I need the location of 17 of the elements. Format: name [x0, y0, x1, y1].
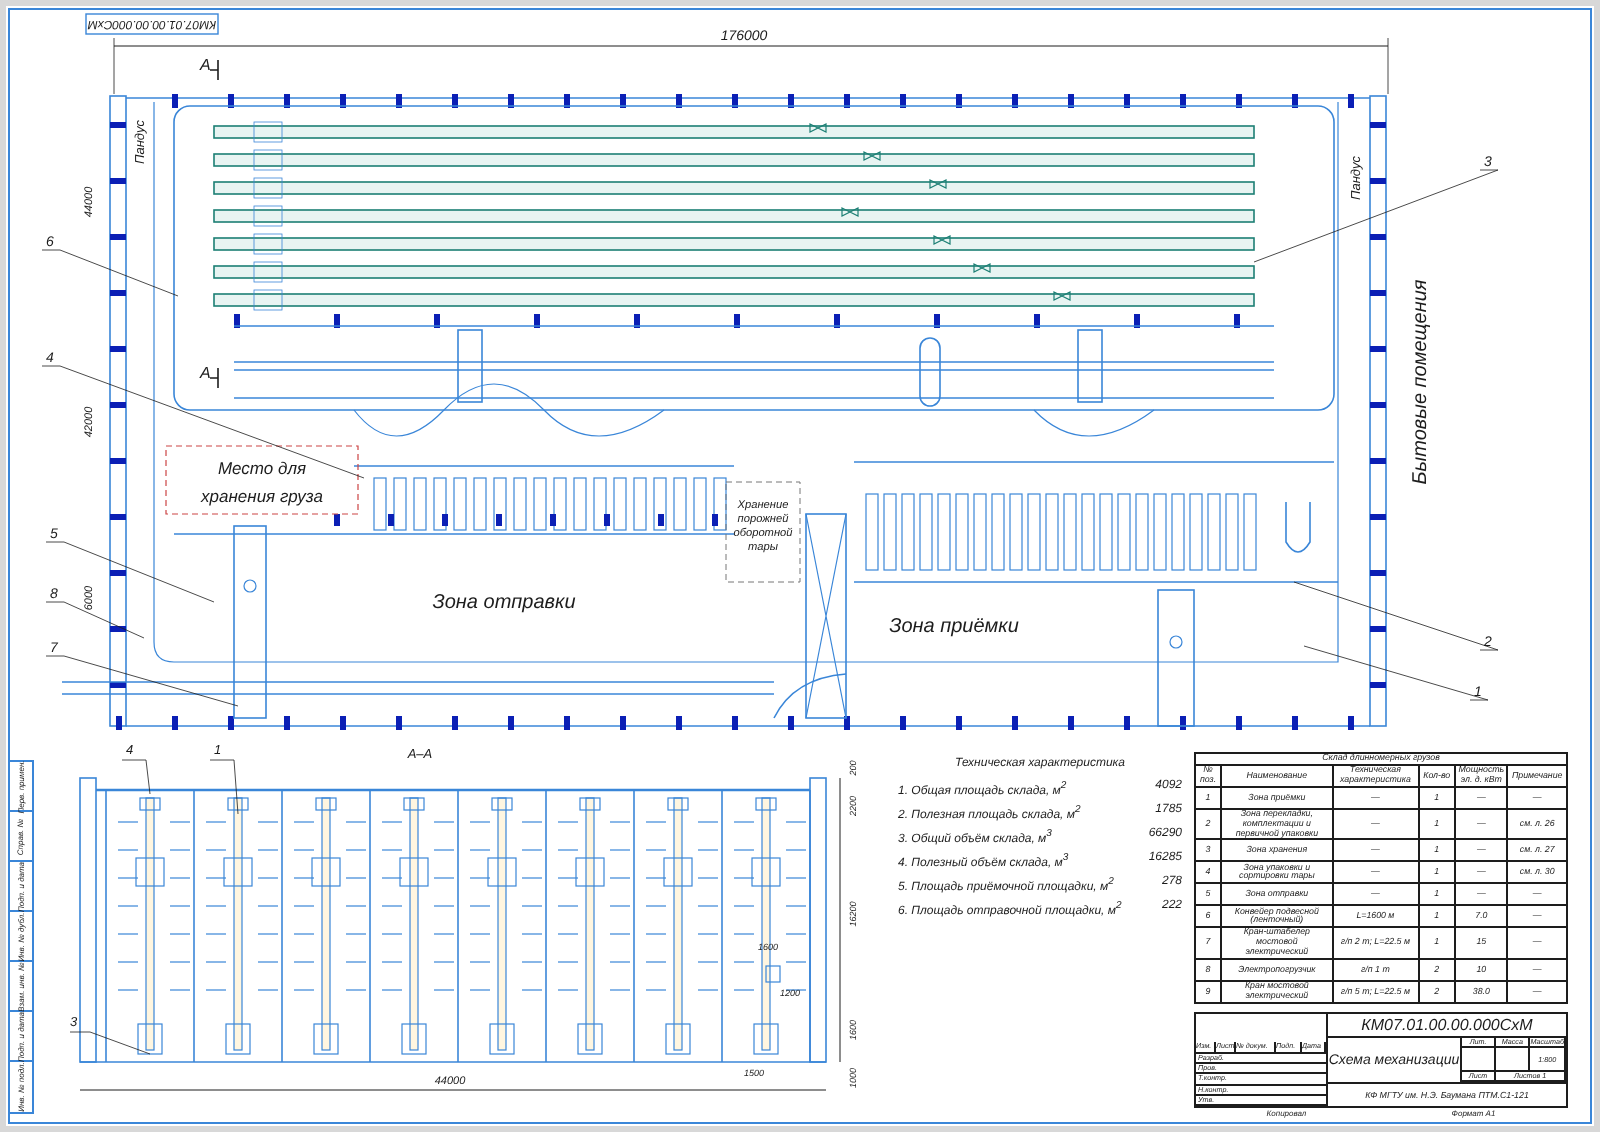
title-block-cell [1496, 1048, 1531, 1072]
leader-line [209, 759, 239, 815]
leader-line [41, 249, 179, 297]
drawing-code: КМ07.01.00.00.000СхМ [1328, 1014, 1566, 1038]
opening-drawing [765, 965, 781, 983]
zone-label: Зона отправки [432, 592, 576, 614]
area-label: хранения груза [201, 486, 323, 506]
title-block-cell [1462, 1048, 1497, 1072]
room-label: Бытовые помещения [1410, 279, 1432, 485]
zone-label: Зона приёмки [889, 616, 1019, 638]
section-arrow-icon [209, 59, 219, 81]
section-arrow-icon [209, 367, 219, 389]
leader-line [70, 1031, 151, 1055]
area-label: Место для [217, 458, 307, 478]
section-mark: А [200, 364, 211, 382]
section-mark: А [200, 56, 211, 74]
leader-line [121, 759, 151, 795]
